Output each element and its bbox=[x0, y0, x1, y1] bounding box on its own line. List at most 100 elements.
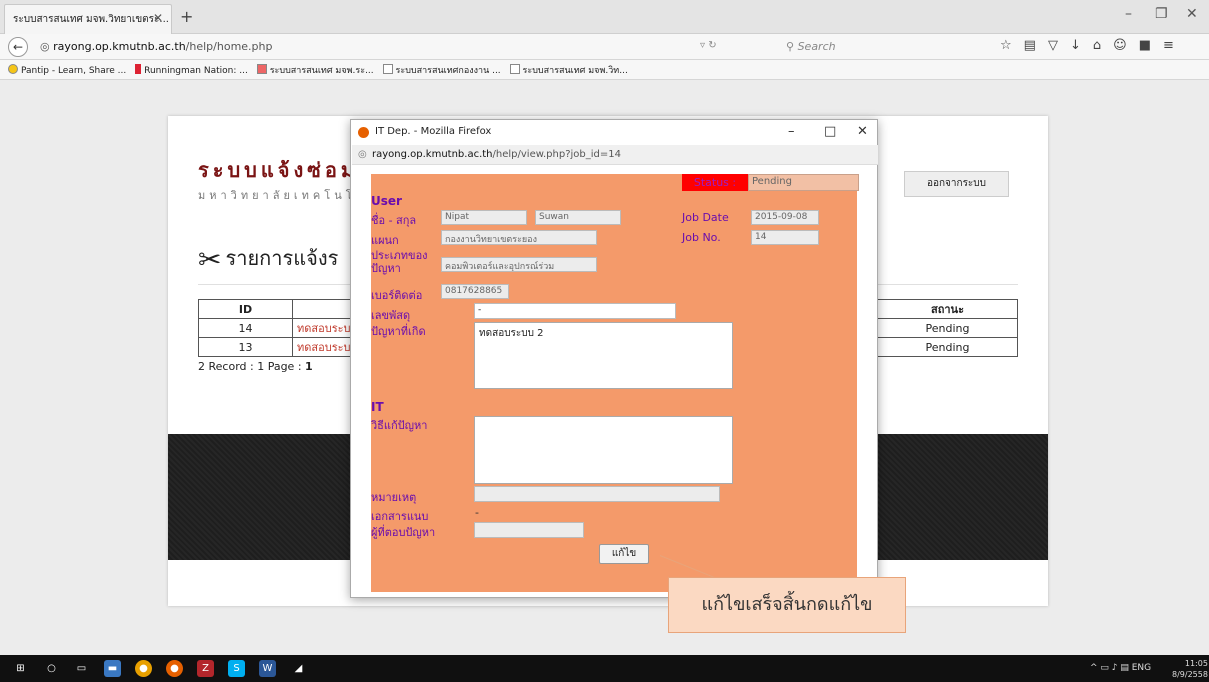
search-placeholder: Search bbox=[797, 40, 836, 53]
solution-textarea[interactable] bbox=[474, 416, 733, 484]
job-no-field[interactable]: 14 bbox=[751, 230, 819, 245]
back-button[interactable]: ← bbox=[8, 37, 28, 57]
language-indicator[interactable]: ENG bbox=[1132, 663, 1151, 673]
logout-button[interactable]: ออกจากระบบ bbox=[904, 171, 1009, 197]
addon-icon[interactable]: ■ bbox=[1139, 38, 1163, 53]
header-id: ID bbox=[198, 299, 293, 319]
clock-time: 11:05 bbox=[1184, 659, 1208, 668]
job-form: Status : Pending User ชื่อ - สกุล Nipat … bbox=[371, 174, 859, 592]
tools-icon: ✂ bbox=[198, 243, 222, 276]
word-icon[interactable]: W bbox=[259, 660, 276, 677]
status-label: Status : bbox=[682, 174, 748, 191]
status-value: Pending bbox=[748, 174, 859, 191]
skype-icon[interactable]: S bbox=[228, 660, 245, 677]
url-host: rayong.op.kmutnb.ac.th bbox=[53, 40, 186, 53]
header-status: สถานะ bbox=[877, 299, 1018, 319]
problem-textarea[interactable]: ทดสอบระบบ 2 bbox=[474, 322, 733, 389]
system-tray: ^ ▭ ♪ ▤ ENG bbox=[1090, 663, 1151, 673]
pocket-icon[interactable]: ▽ bbox=[1048, 38, 1070, 53]
popup-title: IT Dep. - Mozilla Firefox bbox=[375, 126, 492, 137]
bookmark-item[interactable]: ระบบสารสนเทศกองงาน ... bbox=[382, 63, 501, 77]
browser-tab-bar: ระบบสารสนเทศ มจพ.วิทยาเขตระ... ✕ + – ❐ ✕ bbox=[0, 0, 1209, 34]
close-tab-icon[interactable]: ✕ bbox=[153, 11, 163, 25]
department-field[interactable]: กองงานวิทยาเขตระยอง bbox=[441, 230, 597, 245]
problem-type-label: ประเภทของปัญหา bbox=[371, 249, 428, 275]
annotation-callout: แก้ไขเสร็จสิ้นกดแก้ไข bbox=[668, 577, 906, 633]
browser-tab[interactable]: ระบบสารสนเทศ มจพ.วิทยาเขตระ... ✕ bbox=[4, 4, 172, 34]
problem-type-field[interactable]: คอมพิวเตอร์และอุปกรณ์ร่วม bbox=[441, 257, 597, 272]
phone-field[interactable]: 0817628865 bbox=[441, 284, 509, 299]
firefox-icon bbox=[358, 127, 369, 138]
search-icon: ⚲ bbox=[786, 40, 795, 53]
reading-list-icon[interactable]: ▤ bbox=[1024, 38, 1048, 53]
name-label: ชื่อ - สกุล bbox=[371, 214, 417, 227]
url-path: /help/home.php bbox=[185, 40, 273, 53]
menu-icon[interactable]: ≡ bbox=[1163, 38, 1186, 53]
edit-button[interactable]: แก้ไข bbox=[599, 544, 649, 564]
user-section-label: User bbox=[371, 194, 402, 208]
bookmark-item[interactable]: ระบบสารสนเทศ มจพ.วิท... bbox=[509, 63, 628, 77]
new-tab-icon[interactable]: + bbox=[180, 7, 193, 26]
page-icon bbox=[382, 64, 393, 74]
download-icon[interactable]: ↓ bbox=[1070, 38, 1093, 53]
responder-field[interactable] bbox=[474, 522, 584, 538]
row-id: 14 bbox=[198, 318, 293, 338]
job-date-field[interactable]: 2015-09-08 bbox=[751, 210, 819, 225]
list-heading-text: รายการแจ้งร bbox=[225, 246, 339, 270]
note-field[interactable] bbox=[474, 486, 720, 502]
phone-label: เบอร์ติดต่อ bbox=[371, 289, 423, 302]
record-info: 2 Record : 1 Page : 1 bbox=[198, 360, 313, 373]
popup-close-icon[interactable]: ✕ bbox=[857, 124, 868, 139]
filezilla-icon[interactable]: Z bbox=[197, 660, 214, 677]
last-name-field[interactable]: Suwan bbox=[535, 210, 621, 225]
navigation-bar: ← ◎ rayong.op.kmutnb.ac.th/help/home.php… bbox=[0, 34, 1209, 60]
clock[interactable]: 11:05 8/9/2558 bbox=[1172, 658, 1208, 680]
popup-titlebar: IT Dep. - Mozilla Firefox bbox=[351, 120, 877, 145]
globe-icon: ◎ bbox=[40, 40, 50, 53]
bookmark-star-icon[interactable]: ☆ bbox=[1000, 38, 1024, 53]
bookmark-item[interactable]: Runningman Nation: ... bbox=[135, 64, 248, 76]
popup-maximize-icon[interactable]: □ bbox=[824, 124, 836, 139]
current-page[interactable]: 1 bbox=[305, 360, 313, 373]
site-title: ระบบแจ้งซ่อม bbox=[198, 158, 359, 182]
minimize-icon[interactable]: – bbox=[1125, 6, 1132, 22]
home-icon[interactable]: ⌂ bbox=[1093, 38, 1113, 53]
popup-minimize-icon[interactable]: – bbox=[788, 124, 795, 139]
restore-icon[interactable]: ❐ bbox=[1155, 6, 1168, 22]
firefox-icon[interactable]: ● bbox=[166, 660, 183, 677]
chat-icon[interactable]: ☺ bbox=[1113, 38, 1139, 53]
list-heading: ✂ รายการแจ้งร bbox=[198, 242, 338, 276]
bookmark-item[interactable]: ระบบสารสนเทศ มจพ.ระ... bbox=[256, 63, 374, 77]
bookmark-item[interactable]: Pantip - Learn, Share ... bbox=[8, 64, 126, 76]
popup-url-bar[interactable]: ◎ rayong.op.kmutnb.ac.th/help/view.php?j… bbox=[352, 145, 878, 165]
close-window-icon[interactable]: ✕ bbox=[1186, 6, 1198, 22]
it-section-label: IT bbox=[371, 400, 384, 414]
back-arrow-icon: ← bbox=[12, 40, 24, 54]
search-box[interactable]: ⚲ Search bbox=[780, 37, 980, 57]
mail-icon bbox=[256, 64, 267, 74]
row-status: Pending bbox=[877, 318, 1018, 338]
globe-icon: ◎ bbox=[358, 149, 367, 160]
solution-label: วิธีแก้ปัญหา bbox=[371, 419, 428, 432]
department-label: แผนก bbox=[371, 234, 399, 247]
job-no-label: Job No. bbox=[682, 231, 721, 244]
flag-icon bbox=[135, 64, 142, 74]
app-icon[interactable]: ◢ bbox=[290, 660, 307, 677]
tab-title: ระบบสารสนเทศ มจพ.วิทยาเขตระ... bbox=[13, 14, 169, 25]
page-icon bbox=[509, 64, 520, 74]
url-bar[interactable]: ◎ rayong.op.kmutnb.ac.th/help/home.php bbox=[34, 37, 754, 57]
task-view-icon[interactable]: ▭ bbox=[73, 660, 90, 677]
asset-field[interactable]: - bbox=[474, 303, 676, 319]
first-name-field[interactable]: Nipat bbox=[441, 210, 527, 225]
bookmarks-bar: Pantip - Learn, Share ... Runningman Nat… bbox=[0, 60, 1209, 80]
reload-icon[interactable]: ▿ ↻ bbox=[700, 40, 717, 51]
windows-start-icon[interactable]: ⊞ bbox=[12, 660, 29, 677]
note-label: หมายเหตุ bbox=[371, 491, 417, 504]
tray-icons[interactable]: ^ ▭ ♪ ▤ bbox=[1090, 663, 1132, 673]
pantip-icon bbox=[8, 64, 18, 74]
toolbar-icons: ☆▤▽↓⌂☺■≡ bbox=[1000, 38, 1186, 53]
file-explorer-icon[interactable]: ▬ bbox=[104, 660, 121, 677]
chrome-icon[interactable]: ● bbox=[135, 660, 152, 677]
clock-date: 8/9/2558 bbox=[1172, 670, 1208, 679]
search-icon[interactable]: ○ bbox=[43, 660, 60, 677]
